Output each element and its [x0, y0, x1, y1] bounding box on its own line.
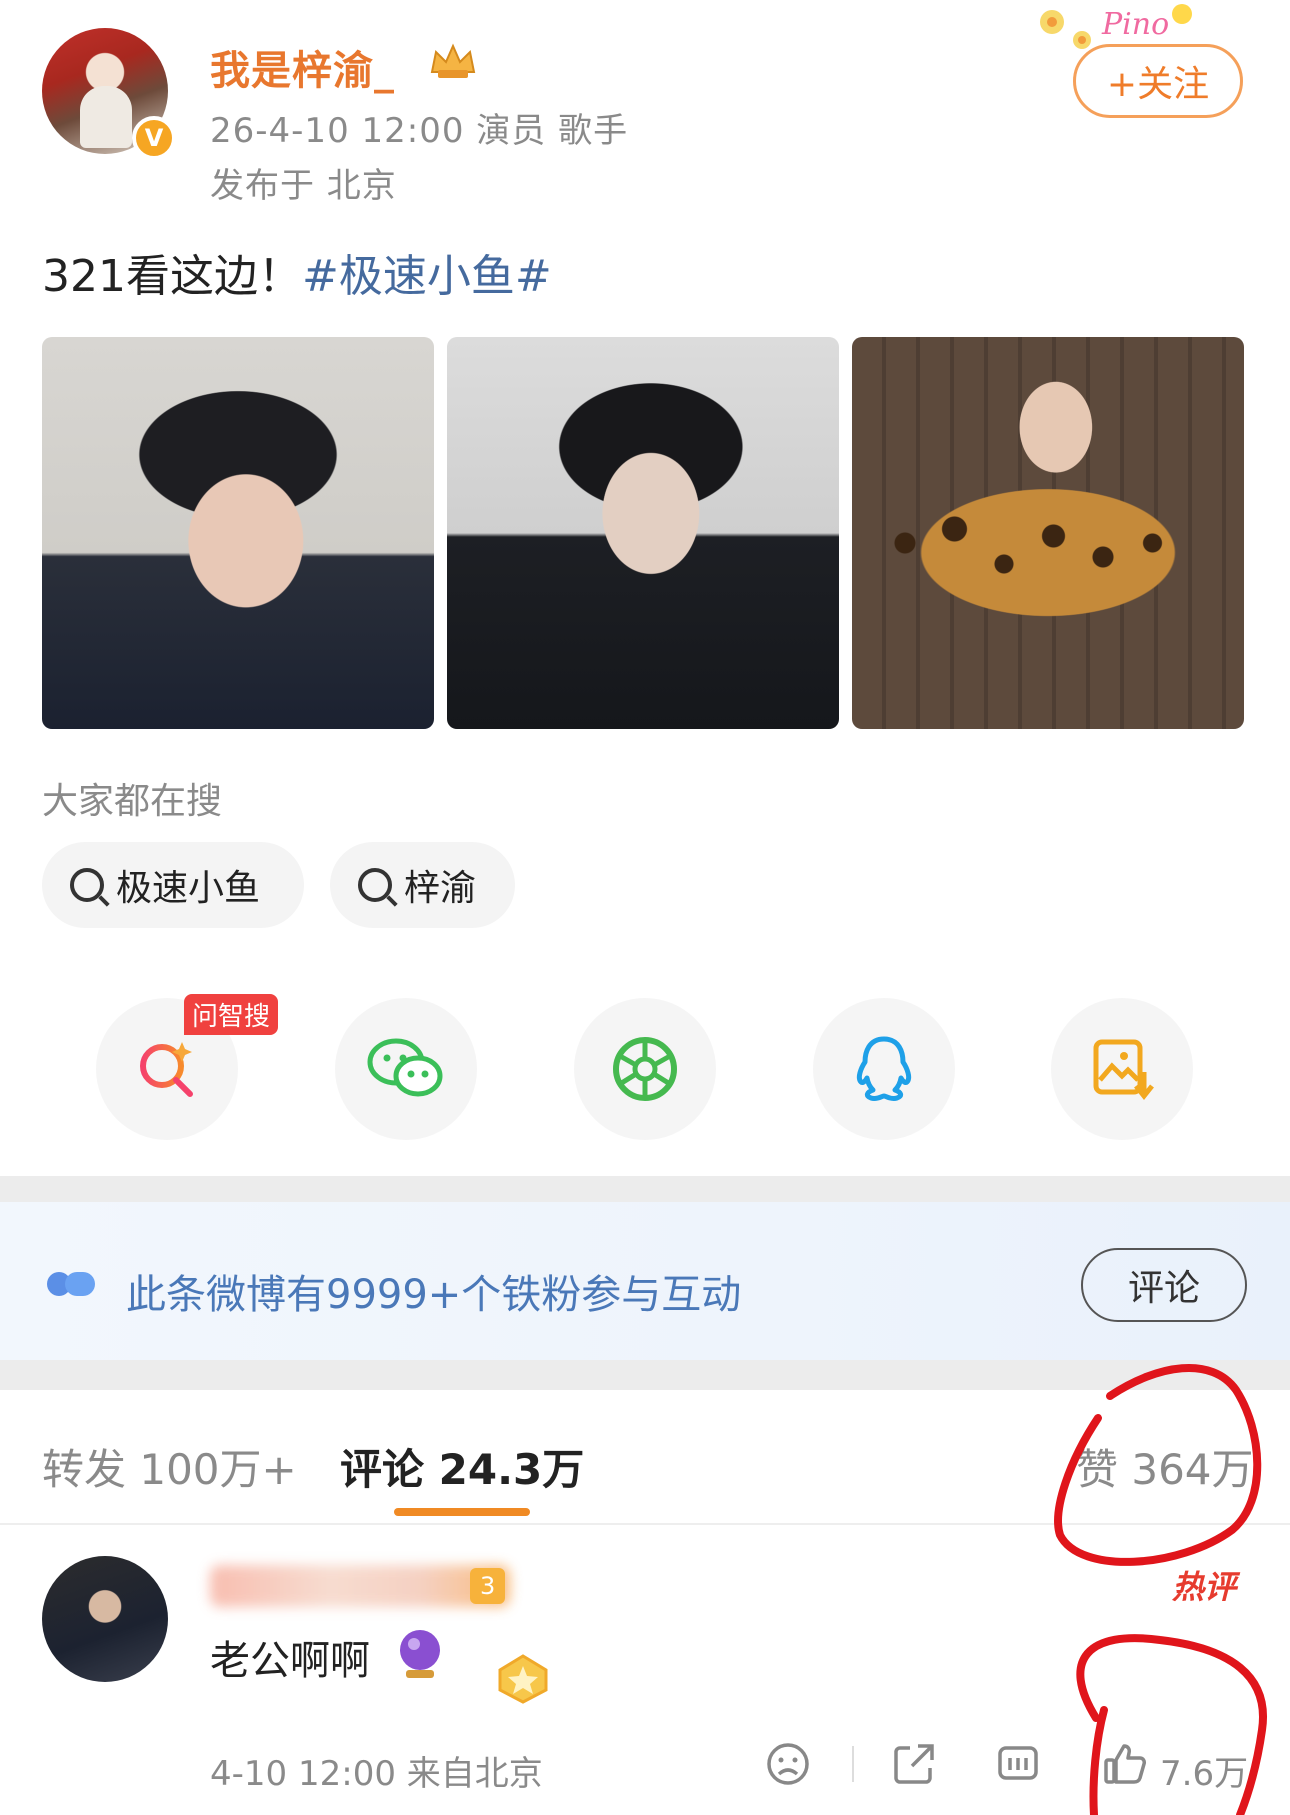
action-separator [852, 1746, 854, 1782]
crystal-ball-icon [400, 1630, 440, 1678]
active-tab-indicator [394, 1508, 530, 1516]
hot-comment-tag: 热评 [1172, 1568, 1237, 1606]
author-name[interactable]: 我是梓渝_ [210, 38, 395, 96]
tab-comment[interactable]: 评论 24.3万 [340, 1436, 584, 1497]
ask-search-icon [140, 1042, 193, 1097]
reply-icon[interactable] [994, 1740, 1042, 1788]
search-chip-1[interactable]: 极速小鱼 [42, 842, 304, 928]
post-image-3[interactable] [852, 337, 1244, 729]
commenter-level-badge: 3 [470, 1568, 506, 1604]
svg-text:Pino: Pino [1101, 7, 1169, 42]
moments-icon [613, 1037, 677, 1101]
post-location: 发布于 北京 [210, 166, 397, 206]
post-image-2[interactable] [447, 337, 839, 729]
search-chip-label: 梓渝 [404, 868, 477, 909]
verified-badge-icon: V [132, 116, 176, 160]
comment-text: 老公啊啊 [210, 1638, 370, 1684]
commenter-avatar[interactable] [42, 1556, 168, 1682]
share-qq-button[interactable] [813, 998, 955, 1140]
post-body-text: 321看这边！ [42, 251, 302, 302]
comment-button[interactable]: 评论 [1081, 1248, 1247, 1322]
save-image-button[interactable] [1051, 998, 1193, 1140]
qq-icon [856, 1036, 912, 1102]
wechat-icon [367, 1038, 443, 1097]
section-divider [0, 1360, 1290, 1390]
dislike-icon[interactable] [764, 1740, 812, 1788]
crown-icon [430, 43, 476, 78]
ask-search-badge: 问智搜 [184, 994, 279, 1035]
share-wechat-button[interactable] [335, 998, 477, 1140]
avatar-figure [80, 86, 132, 148]
follow-button[interactable]: +关注 [1073, 44, 1243, 118]
post-text: 321看这边！#极速小鱼# [42, 240, 552, 304]
like-icon[interactable] [1102, 1740, 1150, 1788]
share-moments-button[interactable] [574, 998, 716, 1140]
post-time-and-tags: 26-4-10 12:00 演员 歌手 [210, 111, 629, 151]
search-icon [358, 868, 392, 902]
hashtag-link[interactable]: #极速小鱼# [302, 251, 552, 302]
cat-spots [872, 487, 1202, 627]
save-image-icon [1093, 1039, 1154, 1101]
search-chip-label: 极速小鱼 [116, 868, 261, 909]
tab-like[interactable]: 赞 364万 [1076, 1436, 1254, 1497]
tabs-divider [0, 1523, 1290, 1525]
share-icon[interactable] [890, 1740, 938, 1788]
author-avatar[interactable]: V [42, 28, 176, 160]
fans-interaction-text: 此条微博有9999+个铁粉参与互动 [126, 1272, 742, 1318]
medal-icon [498, 1654, 548, 1704]
tab-repost[interactable]: 转发 100万+ [42, 1436, 297, 1497]
post-image-1[interactable] [42, 337, 434, 729]
comment-like-count: 7.6万 [1160, 1754, 1249, 1794]
search-icon [70, 868, 104, 902]
trending-search-title: 大家都在搜 [42, 781, 223, 822]
commenter-name-blurred [210, 1565, 510, 1607]
section-divider [0, 1176, 1290, 1202]
search-chip-2[interactable]: 梓渝 [330, 842, 515, 928]
comment-time-location: 4-10 12:00 来自北京 [210, 1754, 543, 1794]
fans-icon [47, 1272, 95, 1296]
